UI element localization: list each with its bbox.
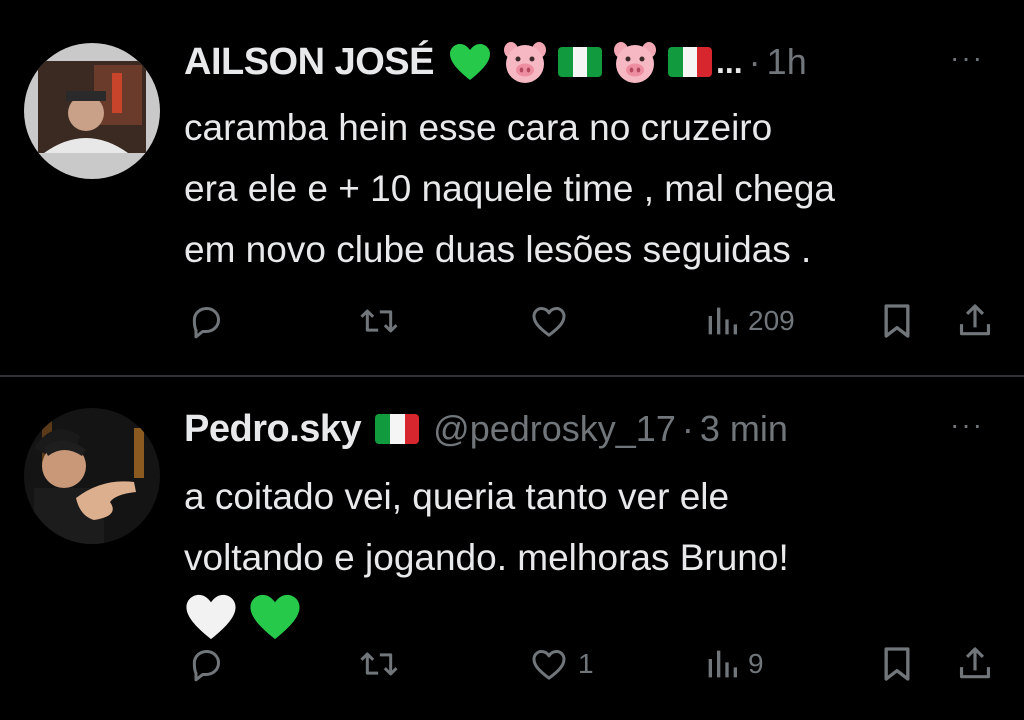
white-heart-icon (186, 594, 236, 640)
retweet-icon (360, 309, 398, 333)
more-options-icon[interactable]: ··· (950, 409, 984, 441)
tweet-text-line: voltando e jogando. melhoras Bruno! (184, 537, 789, 578)
pig-face-icon (504, 42, 546, 83)
separator-dot: · (681, 408, 694, 449)
views-button[interactable]: 9 (704, 639, 764, 689)
name-emojis (448, 40, 712, 84)
tweet-text: caramba hein esse cara no cruzeiro era e… (184, 97, 1004, 280)
bookmark-button[interactable] (878, 639, 916, 689)
reply-icon (192, 650, 220, 682)
author-name[interactable]: AILSON JOSÉ (184, 41, 435, 84)
avatar[interactable] (24, 408, 160, 544)
like-button[interactable]: 1 (528, 639, 594, 689)
views-button[interactable]: 209 (704, 296, 795, 346)
name-truncation: ... (716, 43, 743, 80)
views-icon (708, 307, 737, 335)
views-count: 9 (748, 648, 764, 679)
timestamp[interactable]: 1h (767, 41, 807, 83)
bookmark-icon (884, 647, 910, 681)
tweet-text-line: em novo clube duas lesões seguidas . (184, 229, 812, 270)
author-handle[interactable]: @pedrosky_17 (433, 408, 676, 450)
tweet-text-line: a coitado vei, queria tanto ver ele (184, 476, 730, 517)
green-heart-icon (450, 44, 490, 80)
retweet-icon (360, 652, 398, 676)
bookmark-button[interactable] (878, 296, 916, 346)
reply-icon (192, 307, 220, 339)
views-count: 209 (748, 305, 795, 336)
retweet-button[interactable] (356, 296, 402, 346)
bookmark-icon (884, 304, 910, 338)
green-heart-icon (250, 594, 300, 640)
views-icon (708, 650, 737, 678)
pig-face-icon (614, 42, 656, 83)
like-button[interactable] (528, 296, 570, 346)
italy-flag-icon (375, 414, 420, 444)
reply-button[interactable] (186, 296, 226, 346)
heart-outline-icon (532, 650, 566, 680)
share-icon (959, 647, 991, 679)
share-icon (959, 304, 991, 336)
tweet[interactable]: AILSON JOSÉ ... · 1h ··· caramba hein es… (0, 0, 1024, 375)
name-emojis (375, 414, 420, 444)
tweet-header: AILSON JOSÉ ... · 1h (184, 37, 807, 87)
italy-flag-icon (668, 47, 712, 77)
nigeria-flag-icon (558, 47, 602, 77)
share-button[interactable] (956, 296, 994, 346)
timestamp[interactable]: 3 min (700, 408, 788, 450)
like-count: 1 (578, 648, 594, 679)
avatar[interactable] (24, 43, 160, 179)
tweet[interactable]: Pedro.sky @pedrosky_17 · 3 min ··· a coi… (0, 377, 1024, 720)
heart-outline-icon (532, 307, 566, 337)
share-button[interactable] (956, 639, 994, 689)
more-options-icon[interactable]: ··· (950, 42, 984, 74)
author-name[interactable]: Pedro.sky (184, 408, 362, 451)
action-bar: 209 (0, 296, 1024, 346)
separator-dot: · (748, 41, 761, 82)
action-bar: 1 9 (0, 639, 1024, 689)
tweet-text-line: era ele e + 10 naquele time , mal chega (184, 168, 836, 209)
reply-button[interactable] (186, 639, 226, 689)
retweet-button[interactable] (356, 639, 402, 689)
tweet-text-line: caramba hein esse cara no cruzeiro (184, 107, 773, 148)
tweet-header: Pedro.sky @pedrosky_17 · 3 min (184, 404, 788, 454)
tweet-text: a coitado vei, queria tanto ver ele volt… (184, 466, 1004, 660)
